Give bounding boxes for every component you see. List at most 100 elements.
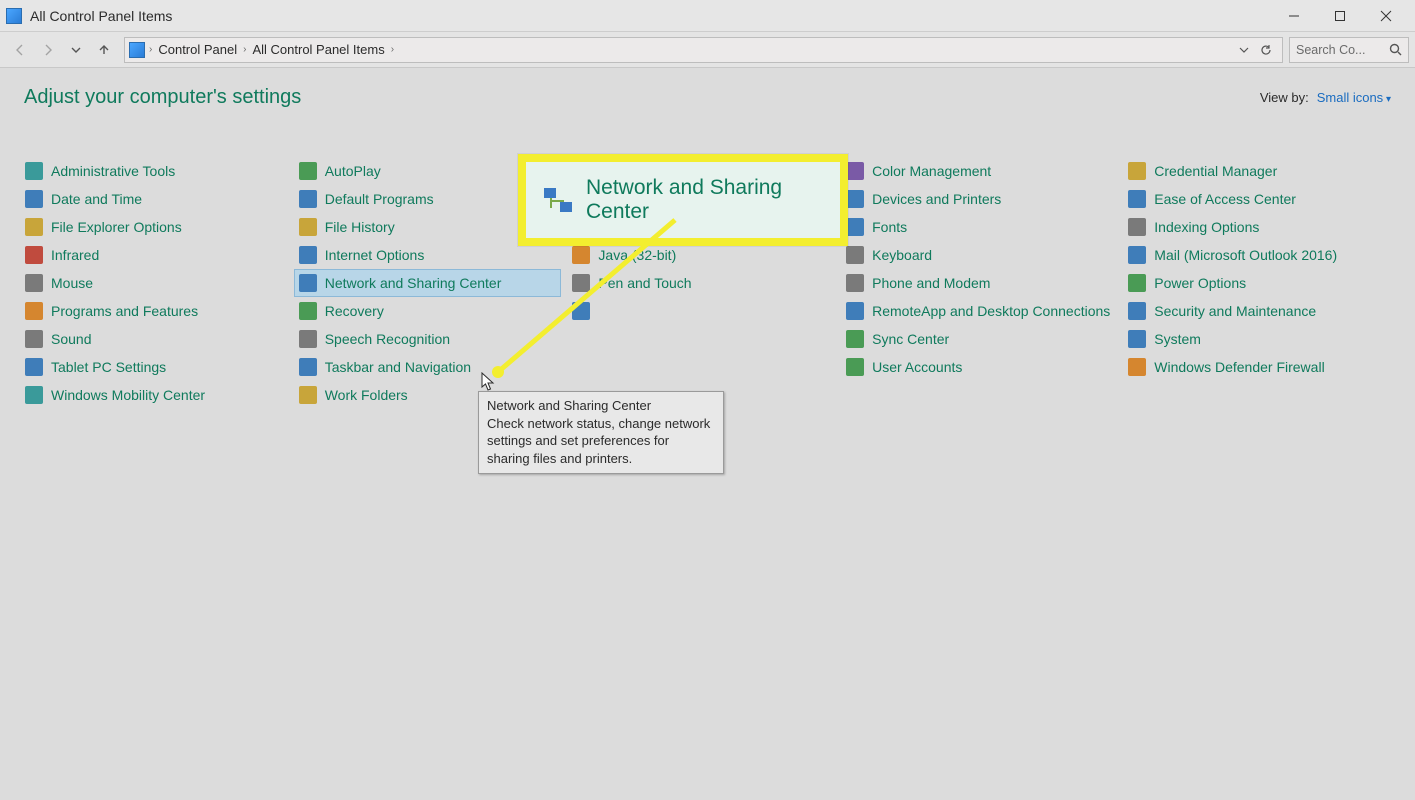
network-sharing-icon [544, 188, 572, 212]
control-panel-item[interactable]: Windows Defender Firewall [1123, 353, 1391, 381]
item-icon [1128, 246, 1146, 264]
control-panel-item[interactable]: RemoteApp and Desktop Connections [841, 297, 1117, 325]
item-label: AutoPlay [325, 163, 381, 179]
refresh-button[interactable] [1256, 40, 1276, 60]
item-icon [299, 190, 317, 208]
item-label: Windows Mobility Center [51, 387, 205, 403]
item-icon [572, 274, 590, 292]
control-panel-item[interactable]: Power Options [1123, 269, 1391, 297]
control-panel-item[interactable]: Devices and Printers [841, 185, 1117, 213]
control-panel-item[interactable]: Phone and Modem [841, 269, 1117, 297]
item-label: Administrative Tools [51, 163, 175, 179]
minimize-button[interactable] [1271, 0, 1317, 32]
item-icon [25, 274, 43, 292]
control-panel-item[interactable]: Indexing Options [1123, 213, 1391, 241]
forward-button[interactable] [34, 36, 62, 64]
control-panel-item[interactable]: Region [567, 297, 835, 325]
view-by-value[interactable]: Small icons [1317, 90, 1391, 105]
page-title: Adjust your computer's settings [24, 86, 301, 109]
view-by-label: View by: [1260, 90, 1309, 105]
control-panel-item[interactable]: Fonts [841, 213, 1117, 241]
item-icon [846, 330, 864, 348]
control-panel-item[interactable]: Tablet PC Settings [20, 353, 288, 381]
item-label: Phone and Modem [872, 275, 990, 291]
control-panel-item[interactable]: Sync Center [841, 325, 1117, 353]
item-label: Windows Defender Firewall [1154, 359, 1324, 375]
item-label: System [1154, 331, 1201, 347]
control-panel-item[interactable]: System [1123, 325, 1391, 353]
item-label: Speech Recognition [325, 331, 450, 347]
up-button[interactable] [90, 36, 118, 64]
control-panel-item[interactable]: Color Management [841, 157, 1117, 185]
item-label: Work Folders [325, 387, 408, 403]
item-icon [1128, 218, 1146, 236]
item-icon [572, 246, 590, 264]
item-icon [299, 386, 317, 404]
item-label: Recovery [325, 303, 384, 319]
control-panel-item[interactable]: Mail (Microsoft Outlook 2016) [1123, 241, 1391, 269]
item-icon [299, 302, 317, 320]
control-panel-item[interactable]: Credential Manager [1123, 157, 1391, 185]
control-panel-item[interactable]: Recovery [294, 297, 562, 325]
control-panel-item[interactable]: File Explorer Options [20, 213, 288, 241]
control-panel-item[interactable]: Taskbar and Navigation [294, 353, 562, 381]
address-dropdown-button[interactable] [1234, 40, 1254, 60]
item-label: User Accounts [872, 359, 962, 375]
tooltip: Network and Sharing Center Check network… [478, 391, 724, 474]
item-icon [299, 274, 317, 292]
item-label: Sync Center [872, 331, 949, 347]
item-label: Sound [51, 331, 91, 347]
control-panel-item[interactable]: Administrative Tools [20, 157, 288, 185]
tooltip-title: Network and Sharing Center [487, 397, 715, 415]
item-label: File History [325, 219, 395, 235]
control-panel-item[interactable]: Network and Sharing Center [294, 269, 562, 297]
item-icon [846, 246, 864, 264]
chevron-right-icon[interactable]: › [149, 44, 152, 55]
item-label: Internet Options [325, 247, 425, 263]
control-panel-item[interactable]: Programs and Features [20, 297, 288, 325]
breadcrumb-current[interactable]: All Control Panel Items [250, 42, 386, 57]
control-panel-item[interactable]: Ease of Access Center [1123, 185, 1391, 213]
chevron-right-icon[interactable]: › [391, 44, 394, 55]
item-label: Devices and Printers [872, 191, 1001, 207]
item-icon [846, 162, 864, 180]
breadcrumb-root[interactable]: Control Panel [156, 42, 239, 57]
control-panel-item[interactable]: Windows Mobility Center [20, 381, 288, 409]
control-panel-item[interactable]: Date and Time [20, 185, 288, 213]
item-label: File Explorer Options [51, 219, 182, 235]
search-icon [1389, 43, 1402, 56]
item-icon [1128, 274, 1146, 292]
chevron-right-icon[interactable]: › [243, 44, 246, 55]
view-by-control[interactable]: View by: Small icons [1260, 90, 1391, 105]
item-label: Security and Maintenance [1154, 303, 1316, 319]
control-panel-item[interactable]: Speech Recognition [294, 325, 562, 353]
item-label: Taskbar and Navigation [325, 359, 471, 375]
item-icon [846, 190, 864, 208]
navigation-bar: › Control Panel › All Control Panel Item… [0, 32, 1415, 68]
control-panel-item[interactable]: Mouse [20, 269, 288, 297]
item-icon [846, 218, 864, 236]
control-panel-item[interactable]: User Accounts [841, 353, 1117, 381]
item-label: Infrared [51, 247, 99, 263]
control-panel-item[interactable]: Sound [20, 325, 288, 353]
item-label: Power Options [1154, 275, 1246, 291]
close-button[interactable] [1363, 0, 1409, 32]
item-icon [1128, 190, 1146, 208]
item-label: Ease of Access Center [1154, 191, 1296, 207]
control-panel-item[interactable]: Security and Maintenance [1123, 297, 1391, 325]
control-panel-item[interactable]: Keyboard [841, 241, 1117, 269]
item-icon [25, 358, 43, 376]
search-input[interactable]: Search Co... [1289, 37, 1409, 63]
item-icon [299, 162, 317, 180]
item-icon [846, 302, 864, 320]
address-bar[interactable]: › Control Panel › All Control Panel Item… [124, 37, 1283, 63]
back-button[interactable] [6, 36, 34, 64]
item-icon [299, 246, 317, 264]
maximize-button[interactable] [1317, 0, 1363, 32]
control-panel-item[interactable]: Pen and Touch [567, 269, 835, 297]
item-label: Mouse [51, 275, 93, 291]
recent-locations-button[interactable] [62, 36, 90, 64]
item-label: Keyboard [872, 247, 932, 263]
control-panel-item[interactable]: Infrared [20, 241, 288, 269]
item-label: Pen and Touch [598, 275, 691, 291]
